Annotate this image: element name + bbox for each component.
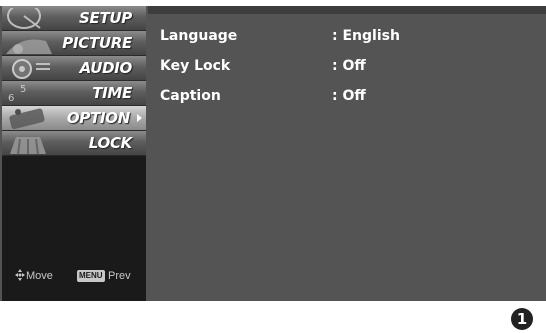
step-number-badge: 1 (511, 308, 533, 330)
clock-icon: 6 5 (8, 84, 26, 104)
menu-item-audio[interactable]: AUDIO (2, 56, 146, 81)
lock-icon (10, 137, 46, 154)
setting-value: : Off (332, 58, 366, 74)
setting-name: Caption (160, 88, 221, 104)
menu-label: OPTION (66, 109, 130, 127)
svg-text:5: 5 (20, 84, 26, 95)
main-menu-sidebar: SETUP PICTURE AUDIO 6 5 TIME OPTION LOCK (2, 6, 146, 301)
menu-label: AUDIO (79, 59, 133, 77)
menu-item-option[interactable]: OPTION (2, 106, 146, 131)
satellite-dish-icon (7, 8, 41, 29)
setting-value: : English (332, 28, 400, 44)
svg-text:6: 6 (8, 93, 14, 104)
footer-hint: Move MENU Prev (2, 268, 146, 288)
menu-key-badge: MENU (77, 270, 105, 282)
setting-value: : Off (332, 88, 366, 104)
submenu-arrow-icon (137, 114, 142, 122)
picture-icon (6, 39, 52, 54)
menu-label: TIME (92, 84, 132, 102)
menu-label: LOCK (88, 134, 133, 152)
setting-name: Key Lock (160, 58, 231, 74)
setting-name: Language (160, 28, 238, 44)
menu-item-picture[interactable]: PICTURE (2, 31, 146, 56)
menu-item-setup[interactable]: SETUP (2, 6, 146, 31)
move-hint-label: Move (26, 270, 53, 282)
option-icon (9, 108, 45, 129)
directional-pad-icon (15, 269, 25, 281)
prev-hint-label: Prev (108, 270, 131, 282)
menu-label: PICTURE (62, 34, 132, 52)
content-header-strip (148, 6, 546, 14)
menu-label: SETUP (79, 9, 132, 27)
menu-item-time[interactable]: 6 5 TIME (2, 81, 146, 106)
speaker-icon (12, 59, 50, 79)
menu-item-lock[interactable]: LOCK (2, 131, 146, 156)
